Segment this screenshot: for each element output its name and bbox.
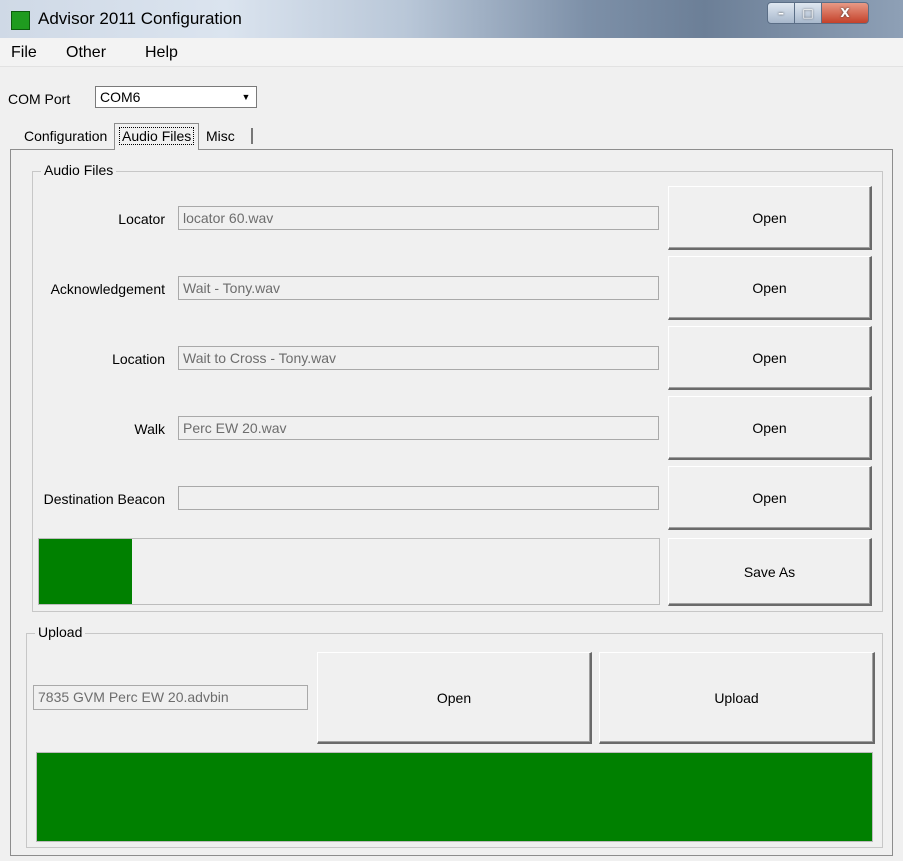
tab-configuration-label: Configuration [24,128,108,144]
tab-misc[interactable]: Misc [202,128,253,144]
close-button[interactable]: X [822,2,869,24]
maximize-button[interactable]: □ [795,2,822,24]
window-title: Advisor 2011 Configuration [38,9,242,28]
menu-bar: File Other Help [0,38,903,67]
acknowledgement-open-button[interactable]: Open [668,256,872,320]
minimize-button[interactable]: – [767,2,795,24]
menu-help[interactable]: Help [145,44,178,62]
upload-progress-bar [36,752,873,842]
close-icon: X [840,6,850,20]
save-as-label: Save As [743,563,796,580]
walk-open-label: Open [752,419,787,436]
window-controls: – □ X [767,2,869,24]
destination-beacon-open-label: Open [752,489,787,506]
destination-beacon-open-button[interactable]: Open [668,466,872,530]
acknowledgement-open-label: Open [752,279,787,296]
tab-misc-label: Misc [206,128,235,144]
com-port-select[interactable]: COM6 ▼ [95,86,257,108]
acknowledgement-label: Acknowledgement [50,281,165,297]
com-port-value: COM6 [100,89,141,105]
acknowledgement-field[interactable]: Wait - Tony.wav [178,276,659,300]
location-open-label: Open [752,349,787,366]
tab-audio-files[interactable]: Audio Files [114,123,200,150]
upload-open-label: Open [436,689,472,706]
upload-open-button[interactable]: Open [317,652,592,744]
walk-open-button[interactable]: Open [668,396,872,460]
maximize-icon: □ [802,6,814,20]
upload-file-field[interactable]: 7835 GVM Perc EW 20.advbin [33,685,308,710]
locator-open-label: Open [752,209,787,226]
title-bar: Advisor 2011 Configuration – □ X [0,0,903,39]
com-port-label: COM Port [8,91,71,107]
audio-files-legend: Audio Files [41,162,117,178]
upload-progress-fill [37,753,872,841]
locator-open-button[interactable]: Open [668,186,872,250]
location-field[interactable]: Wait to Cross - Tony.wav [178,346,659,370]
walk-field[interactable]: Perc EW 20.wav [178,416,659,440]
location-label: Location [112,351,165,367]
tab-audio-files-label: Audio Files [119,127,195,145]
location-open-button[interactable]: Open [668,326,872,390]
minimize-icon: – [778,6,784,20]
locator-label: Locator [118,211,165,227]
menu-file[interactable]: File [11,44,37,62]
chevron-down-icon[interactable]: ▼ [238,89,254,105]
save-as-button[interactable]: Save As [668,538,872,606]
audio-progress-bar [38,538,660,605]
locator-field[interactable]: locator 60.wav [178,206,659,230]
menu-other[interactable]: Other [66,44,106,62]
destination-beacon-label: Destination Beacon [43,491,165,507]
walk-label: Walk [134,421,165,437]
audio-progress-fill [39,539,132,604]
app-icon [11,11,30,30]
upload-button[interactable]: Upload [599,652,875,744]
upload-legend: Upload [35,624,86,640]
tab-configuration[interactable]: Configuration [20,128,111,144]
upload-label: Upload [714,689,759,706]
destination-beacon-field[interactable] [178,486,659,510]
